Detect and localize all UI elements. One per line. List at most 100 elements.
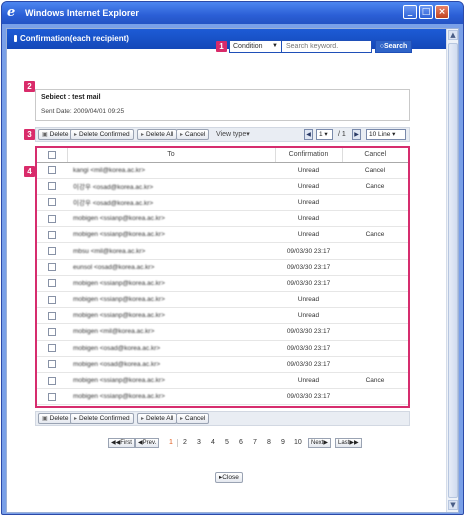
scroll-thumb[interactable] [448,43,458,498]
last-page-button[interactable]: Last▶▶ [335,438,362,448]
scroll-down-icon[interactable]: ▼ [448,500,458,510]
page-link-2[interactable]: 2 [183,438,187,448]
select-all-checkbox[interactable] [47,150,56,159]
page-link-4[interactable]: 4 [211,438,215,448]
search-button[interactable]: ○Search [375,40,412,53]
page-link-8[interactable]: 8 [267,438,271,448]
row-checkbox[interactable] [48,360,56,369]
cancel-status[interactable]: Cancel [342,162,408,179]
table-row[interactable]: 이강우 <osad@korea.ac.kr> Unread Cance [37,178,408,195]
page-link-10[interactable]: 10 [294,438,302,448]
cancel-status[interactable] [342,210,408,228]
table-row[interactable]: mobigen <ssianp@korea.ac.kr> Unread [37,291,408,309]
cancel-status[interactable] [342,194,408,212]
row-checkbox[interactable] [48,327,56,336]
delete-button[interactable]: ▣ Delete [38,129,73,140]
cancel-status[interactable] [342,356,408,373]
condition-select[interactable]: Condition ▼ [230,41,282,52]
delete-all-button-bottom[interactable]: ▸ Delete All [137,413,178,424]
table-row[interactable]: mobigen <ssianp@korea.ac.kr> 09/03/30 23:… [37,388,408,406]
cancel-status[interactable] [342,259,408,276]
cancel-status[interactable]: Cance [342,178,408,195]
row-checkbox[interactable] [48,279,56,288]
row-checkbox-cell[interactable] [37,162,67,179]
close-window-button[interactable]: × [435,5,449,19]
minimize-button[interactable]: _ [403,5,417,19]
prev-page-icon[interactable]: ◀ [304,129,313,140]
cancel-status[interactable] [342,242,408,260]
maximize-button[interactable]: □ [419,5,433,19]
row-checkbox-cell[interactable] [37,323,67,341]
lines-select[interactable]: 10 Line ▾ [366,129,406,140]
page-link-1[interactable]: 1 [169,438,173,448]
table-row[interactable]: mobigen <ssianp@korea.ac.kr> 09/03/30 23:… [37,275,408,293]
row-checkbox[interactable] [48,214,56,223]
view-type-menu[interactable]: View type▾ [216,130,250,139]
row-checkbox-cell[interactable] [37,307,67,325]
page-link-9[interactable]: 9 [281,438,285,448]
row-checkbox[interactable] [48,392,56,401]
next-page-button[interactable]: Next▶ [308,438,331,448]
row-checkbox[interactable] [48,230,56,239]
page-link-7[interactable]: 7 [253,438,257,448]
cancel-button-bottom[interactable]: ▸ Cancel [176,413,210,424]
cancel-status[interactable] [342,388,408,406]
select-all-header[interactable] [37,148,67,163]
table-row[interactable]: eunsol <osad@korea.ac.kr> 09/03/30 23:17 [37,259,408,276]
row-checkbox[interactable] [48,166,56,175]
page-link-6[interactable]: 6 [239,438,243,448]
delete-button-bottom[interactable]: ▣ Delete [38,413,73,424]
row-checkbox[interactable] [48,182,56,191]
delete-confirmed-button[interactable]: ▸ Delete Confirmed [70,129,134,140]
row-checkbox[interactable] [48,311,56,320]
close-button[interactable]: ▸Close [215,472,243,483]
row-checkbox-cell[interactable] [37,388,67,406]
row-checkbox-cell[interactable] [37,178,67,195]
cancel-status[interactable] [342,323,408,341]
first-page-button[interactable]: ◀◀First [108,438,135,448]
row-checkbox-cell[interactable] [37,194,67,212]
title-bar[interactable]: e Windows Internet Explorer _ □ × [2,2,463,24]
row-checkbox[interactable] [48,376,56,385]
cancel-button[interactable]: ▸ Cancel [176,129,210,140]
table-row[interactable]: mobigen <ssianp@korea.ac.kr> Unread Cance [37,372,408,390]
row-checkbox-cell[interactable] [37,340,67,357]
row-checkbox-cell[interactable] [37,226,67,244]
page-link-5[interactable]: 5 [225,438,229,448]
row-checkbox[interactable] [48,263,56,272]
cancel-status[interactable]: Cance [342,372,408,390]
cancel-status[interactable] [342,291,408,309]
table-row[interactable]: mbsu <mil@korea.ac.kr> 09/03/30 23:17 [37,242,408,260]
row-checkbox-cell[interactable] [37,275,67,293]
prev-page-button[interactable]: ◀Prev. [135,438,160,448]
row-checkbox-cell[interactable] [37,259,67,276]
row-checkbox-cell[interactable] [37,356,67,373]
row-checkbox[interactable] [48,344,56,353]
row-checkbox-cell[interactable] [37,372,67,390]
cancel-status[interactable] [342,275,408,293]
page-link-3[interactable]: 3 [197,438,201,448]
table-row[interactable]: mobigen <ssianp@korea.ac.kr> Unread [37,210,408,228]
page-select[interactable]: 1 ▾ [316,129,333,140]
row-checkbox[interactable] [48,247,56,256]
table-row[interactable]: 이강우 <osad@korea.ac.kr> Unread [37,194,408,212]
table-row[interactable]: mobigen <osad@korea.ac.kr> 09/03/30 23:17 [37,340,408,357]
search-input[interactable] [283,41,371,52]
cancel-status[interactable]: Cance [342,226,408,244]
row-checkbox-cell[interactable] [37,291,67,309]
cancel-status[interactable] [342,307,408,325]
cancel-status[interactable] [342,340,408,357]
row-checkbox-cell[interactable] [37,210,67,228]
vertical-scrollbar[interactable]: ▲ ▼ [446,29,458,512]
table-row[interactable]: mobigen <ssianp@korea.ac.kr> Unread Cance [37,226,408,244]
delete-confirmed-button-bottom[interactable]: ▸ Delete Confirmed [70,413,134,424]
row-checkbox[interactable] [48,295,56,304]
row-checkbox-cell[interactable] [37,242,67,260]
table-row[interactable]: mobigen <ssianp@korea.ac.kr> Unread [37,307,408,325]
table-row[interactable]: kangi <mil@korea.ac.kr> Unread Cancel [37,162,408,179]
table-row[interactable]: mobigen <mil@korea.ac.kr> 09/03/30 23:17 [37,323,408,341]
scroll-up-icon[interactable]: ▲ [448,30,458,40]
delete-all-button[interactable]: ▸ Delete All [137,129,178,140]
next-page-icon[interactable]: ▶ [352,129,361,140]
table-row[interactable]: mobigen <osad@korea.ac.kr> 09/03/30 23:17 [37,356,408,373]
